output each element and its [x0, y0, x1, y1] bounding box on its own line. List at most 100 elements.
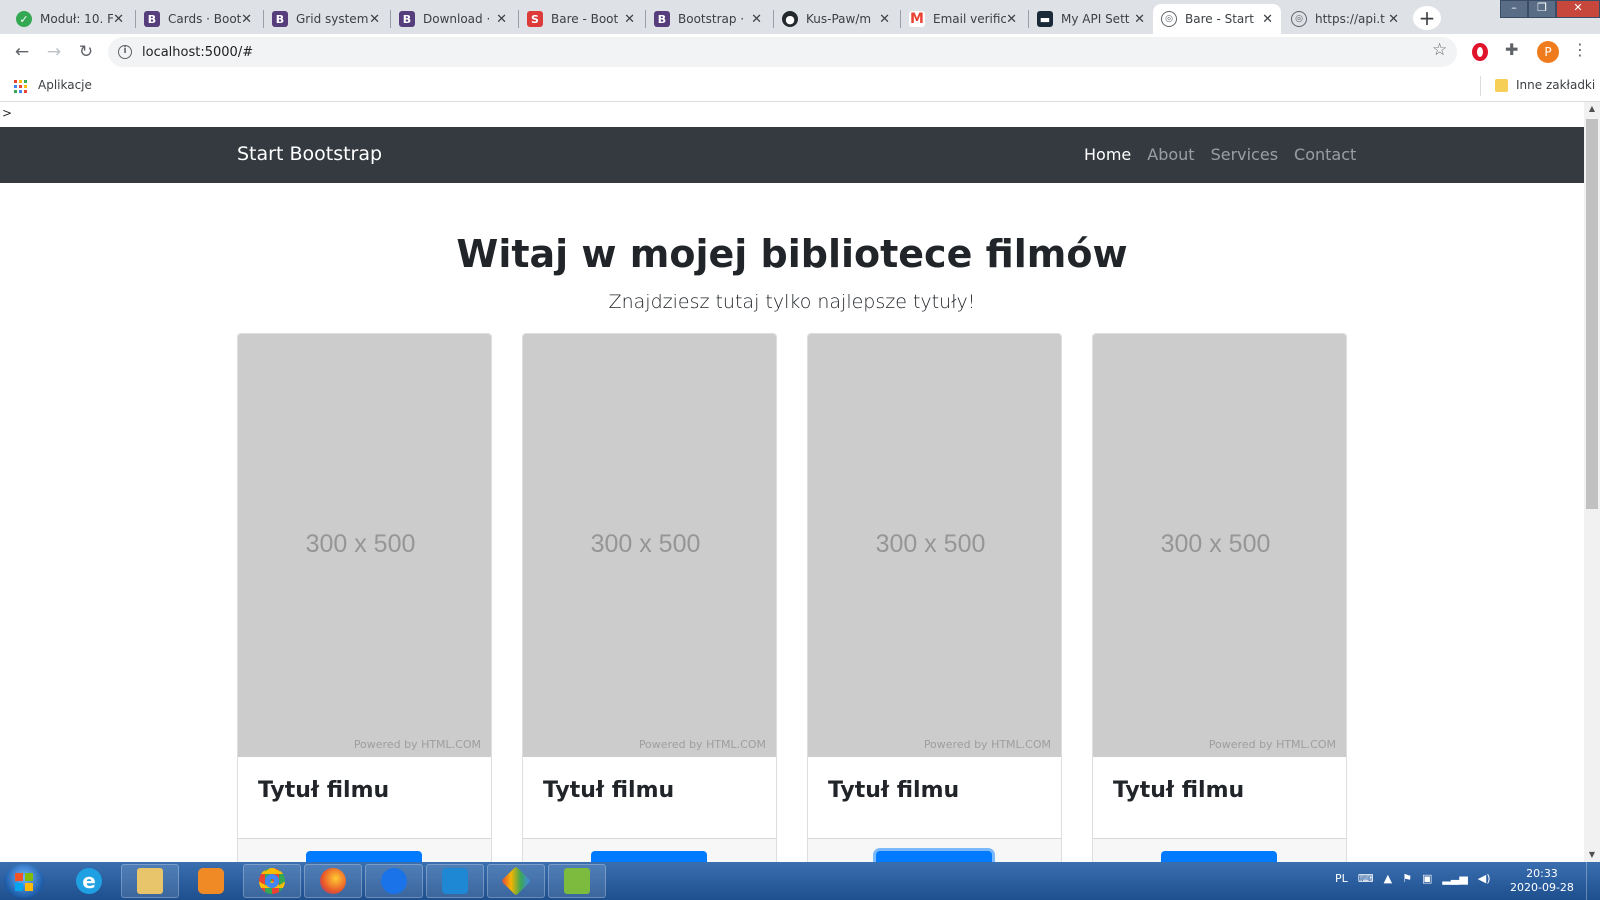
folder-icon — [1495, 79, 1508, 92]
app-diamond-icon[interactable] — [487, 864, 545, 898]
tab[interactable]: B Grid system ✕ — [264, 4, 388, 34]
other-bookmarks[interactable]: Inne zakładki — [1516, 78, 1595, 92]
close-tab-icon[interactable]: ✕ — [1262, 12, 1273, 27]
site-navbar: Start Bootstrap Home About Services Cont… — [0, 127, 1584, 183]
stray-text: > — [2, 106, 13, 120]
scroll-up-arrow-icon[interactable]: ▲ — [1584, 102, 1600, 116]
system-clock[interactable]: 20:33 2020-09-28 — [1510, 867, 1574, 895]
tab[interactable]: B Bootstrap · ✕ — [646, 4, 770, 34]
placeholder-size-label: 300 x 500 — [875, 530, 986, 558]
maximize-button[interactable]: ❐ — [1528, 0, 1556, 18]
close-tab-icon[interactable]: ✕ — [1134, 12, 1145, 27]
close-tab-icon[interactable]: ✕ — [1388, 12, 1399, 27]
tab-title: Kus-Paw/m — [806, 12, 872, 26]
address-bar[interactable]: i localhost:5000/# — [108, 37, 1457, 67]
nav-link-services[interactable]: Services — [1211, 145, 1278, 164]
profile-avatar[interactable]: P — [1537, 41, 1559, 63]
back-arrow-icon[interactable]: ← — [10, 40, 34, 64]
gmail-icon: M — [909, 11, 925, 27]
page-scrollbar[interactable]: ▲ ▼ — [1584, 102, 1600, 862]
apps-grid-icon[interactable] — [14, 80, 27, 93]
movie-card: 300 x 500 Powered by HTML.COM Tytuł film… — [522, 333, 777, 862]
navbar-brand[interactable]: Start Bootstrap — [237, 143, 382, 165]
close-window-button[interactable]: ✕ — [1556, 0, 1600, 18]
action-center-flag-icon[interactable]: ⚑ — [1402, 872, 1412, 885]
card-footer — [808, 838, 1061, 862]
tab[interactable]: ● Kus-Paw/m ✕ — [774, 4, 898, 34]
card-button[interactable] — [306, 851, 422, 862]
startbootstrap-icon: S — [527, 11, 543, 27]
url-text: localhost:5000/# — [142, 44, 254, 60]
movie-card: 300 x 500 Powered by HTML.COM Tytuł film… — [237, 333, 492, 862]
nav-links: Home About Services Contact — [1084, 145, 1372, 164]
forward-arrow-icon[interactable]: → — [42, 40, 66, 64]
keyboard-icon[interactable]: ⌨ — [1358, 872, 1374, 885]
nav-link-contact[interactable]: Contact — [1294, 145, 1356, 164]
card-button[interactable] — [1161, 851, 1277, 862]
tab[interactable]: B Cards · Boot ✕ — [136, 4, 260, 34]
tab[interactable]: B Download · ✕ — [391, 4, 515, 34]
tab-title: Cards · Boot — [168, 12, 242, 26]
bookmark-star-icon[interactable]: ☆ — [1432, 40, 1447, 60]
tab[interactable]: ▬ My API Sett ✕ — [1029, 4, 1153, 34]
tab-title: Bare - Boot — [551, 12, 619, 26]
media-player-icon[interactable] — [182, 864, 240, 898]
chrome-icon[interactable] — [243, 864, 301, 898]
page-viewport: > Start Bootstrap Home About Services Co… — [0, 102, 1584, 862]
window-controls: – ❐ ✕ — [1500, 0, 1600, 20]
close-tab-icon[interactable]: ✕ — [624, 12, 635, 27]
tab[interactable]: S Bare - Boot ✕ — [519, 4, 643, 34]
minimize-button[interactable]: – — [1500, 0, 1528, 18]
show-desktop-button[interactable] — [1586, 862, 1600, 900]
maps-pin-icon[interactable] — [365, 864, 423, 898]
new-tab-button[interactable]: + — [1413, 6, 1441, 30]
nav-link-home[interactable]: Home — [1084, 145, 1131, 164]
extensions-puzzle-icon[interactable]: ✚ — [1505, 40, 1518, 59]
adblock-extension-icon[interactable] — [1472, 43, 1488, 61]
card-footer — [523, 838, 776, 862]
menu-dots-icon[interactable]: ⋮ — [1572, 40, 1588, 59]
network-signal-icon[interactable]: ▂▃▅ — [1442, 872, 1467, 885]
api-icon: ▬ — [1037, 11, 1053, 27]
chart-app-icon[interactable] — [548, 864, 606, 898]
scroll-down-arrow-icon[interactable]: ▼ — [1584, 848, 1600, 862]
placeholder-credit: Powered by HTML.COM — [638, 738, 766, 751]
page-subtitle: Znajdziesz tutaj tylko najlepsze tytuły! — [608, 291, 976, 313]
file-explorer-icon[interactable] — [121, 864, 179, 898]
close-tab-icon[interactable]: ✕ — [751, 12, 762, 27]
tab[interactable]: ◎ https://api.t ✕ — [1283, 4, 1407, 34]
language-indicator[interactable]: PL — [1335, 872, 1348, 885]
nav-link-about[interactable]: About — [1147, 145, 1194, 164]
close-tab-icon[interactable]: ✕ — [241, 12, 252, 27]
tab[interactable]: ✓ Moduł: 10. F ✕ — [8, 4, 132, 34]
bootstrap-icon: B — [654, 11, 670, 27]
info-icon[interactable]: i — [118, 45, 132, 59]
vscode-icon[interactable] — [426, 864, 484, 898]
apps-bookmark[interactable]: Aplikacje — [38, 78, 92, 92]
close-tab-icon[interactable]: ✕ — [879, 12, 890, 27]
card-button[interactable] — [591, 851, 707, 862]
tab-active[interactable]: ◎ Bare - Start ✕ — [1153, 4, 1281, 34]
card-button[interactable] — [876, 851, 992, 862]
show-hidden-icons-icon[interactable]: ▲ — [1384, 872, 1392, 885]
page-title: Witaj w mojej bibliotece filmów — [456, 232, 1128, 276]
close-tab-icon[interactable]: ✕ — [496, 12, 507, 27]
tab[interactable]: M Email verific ✕ — [901, 4, 1025, 34]
placeholder-size-label: 300 x 500 — [1160, 530, 1271, 558]
globe-icon: ◎ — [1291, 11, 1307, 27]
reload-icon[interactable]: ↻ — [74, 40, 98, 64]
device-icon[interactable]: ▣ — [1422, 872, 1432, 885]
clock-date: 2020-09-28 — [1510, 881, 1574, 894]
close-tab-icon[interactable]: ✕ — [113, 12, 124, 27]
volume-icon[interactable]: ◀) — [1478, 872, 1491, 885]
scrollbar-thumb[interactable] — [1586, 119, 1598, 509]
clock-time: 20:33 — [1526, 867, 1558, 880]
close-tab-icon[interactable]: ✕ — [1006, 12, 1017, 27]
browser-toolbar: ← → ↻ i localhost:5000/# ☆ ✚ P ⋮ — [0, 34, 1600, 70]
internet-explorer-icon[interactable]: e — [60, 864, 118, 898]
firefox-icon[interactable] — [304, 864, 362, 898]
movie-title: Tytuł filmu — [543, 778, 675, 803]
close-tab-icon[interactable]: ✕ — [369, 12, 380, 27]
placeholder-credit: Powered by HTML.COM — [923, 738, 1051, 751]
start-button[interactable] — [4, 864, 44, 898]
